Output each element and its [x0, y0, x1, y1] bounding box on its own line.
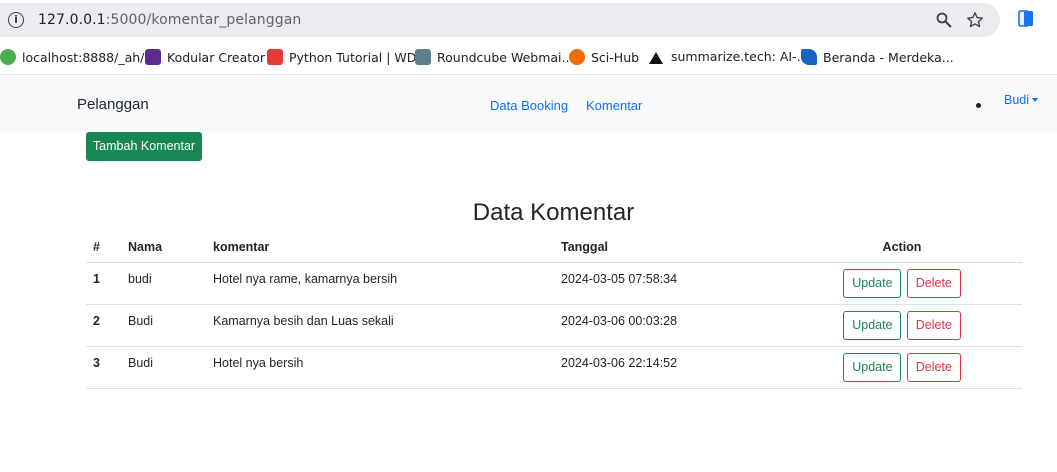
row-nama: Budi [121, 304, 206, 347]
merdeka-icon [801, 49, 817, 65]
column-header-tanggal: Tanggal [554, 232, 782, 263]
bookmark-item[interactable]: Kodular Creator [145, 49, 265, 67]
bookmark-item[interactable]: summarize.tech: AI-... [649, 49, 809, 67]
column-header-number: # [86, 232, 121, 263]
row-actions: Update Delete [782, 262, 1022, 305]
table-row: 3 Budi Hotel nya bersih 2024-03-06 22:14… [86, 346, 1022, 389]
bookmark-star-icon[interactable] [966, 11, 984, 29]
row-number: 3 [86, 346, 121, 389]
triangle-icon [649, 52, 663, 64]
site-info-icon[interactable]: i [8, 12, 24, 28]
row-nama: budi [121, 262, 206, 305]
column-header-komentar: komentar [206, 232, 554, 263]
update-button[interactable]: Update [843, 268, 902, 298]
row-tanggal: 2024-03-06 22:14:52 [554, 346, 782, 389]
row-tanggal: 2024-03-06 00:03:28 [554, 304, 782, 347]
row-number: 2 [86, 304, 121, 347]
globe-icon [0, 49, 16, 65]
row-komentar: Hotel nya bersih [206, 346, 554, 389]
url-path: :5000/komentar_pelanggan [105, 12, 302, 28]
navbar-brand[interactable]: Pelanggan [77, 96, 149, 113]
column-header-action: Action [782, 232, 1022, 263]
table-header-row: # Nama komentar Tanggal Action [86, 232, 1022, 263]
bookmarks-bar: localhost:8888/_ah/l... Kodular Creator … [0, 40, 1057, 75]
user-dropdown[interactable]: Budi [1004, 93, 1039, 107]
url-host: 127.0.0.1 [38, 12, 106, 28]
column-header-nama: Nama [121, 232, 206, 263]
bookmark-item[interactable]: Python Tutorial | WD [267, 49, 416, 67]
address-bar[interactable]: i 127.0.0.1:5000/komentar_pelanggan [0, 3, 1000, 37]
nav-link-data-booking[interactable]: Data Booking [490, 98, 568, 113]
delete-button[interactable]: Delete [906, 352, 961, 382]
scihub-icon [569, 49, 585, 65]
navbar: Pelanggan Data Booking Komentar Budi [0, 76, 1057, 132]
browser-toolbar: i 127.0.0.1:5000/komentar_pelanggan [0, 0, 1057, 40]
row-number: 1 [86, 262, 121, 305]
row-actions: Update Delete [782, 346, 1022, 389]
nav-bullet [976, 103, 981, 108]
w3-icon [267, 49, 283, 65]
delete-button[interactable]: Delete [906, 310, 961, 340]
update-button[interactable]: Update [843, 352, 902, 382]
row-tanggal: 2024-03-05 07:58:34 [554, 262, 782, 305]
delete-button[interactable]: Delete [906, 268, 961, 298]
bookmark-item[interactable]: localhost:8888/_ah/l... [0, 49, 160, 67]
bookmark-item[interactable]: Beranda - Merdeka... [801, 49, 954, 67]
bookmark-item[interactable]: Roundcube Webmai... [415, 49, 573, 67]
bookmark-item[interactable]: Sci-Hub [569, 49, 639, 67]
row-actions: Update Delete [782, 304, 1022, 347]
comments-table: # Nama komentar Tanggal Action 1 budi Ho… [86, 232, 1022, 389]
row-komentar: Hotel nya rame, kamarnya bersih [206, 262, 554, 305]
page-title: Data Komentar [472, 199, 635, 226]
nav-link-komentar[interactable]: Komentar [586, 98, 642, 113]
user-name: Budi [1004, 93, 1030, 107]
kodular-icon [145, 49, 161, 65]
update-button[interactable]: Update [843, 310, 902, 340]
extension-icon[interactable] [1018, 10, 1034, 28]
url-text[interactable]: 127.0.0.1:5000/komentar_pelanggan [38, 12, 301, 28]
add-comment-button[interactable]: Tambah Komentar [86, 132, 202, 161]
caret-down-icon [1032, 98, 1039, 102]
row-nama: Budi [121, 346, 206, 389]
zoom-icon[interactable] [936, 12, 952, 28]
table-row: 2 Budi Kamarnya besih dan Luas sekali 20… [86, 304, 1022, 347]
table-row: 1 budi Hotel nya rame, kamarnya bersih 2… [86, 262, 1022, 305]
row-komentar: Kamarnya besih dan Luas sekali [206, 304, 554, 347]
roundcube-icon [415, 49, 431, 65]
